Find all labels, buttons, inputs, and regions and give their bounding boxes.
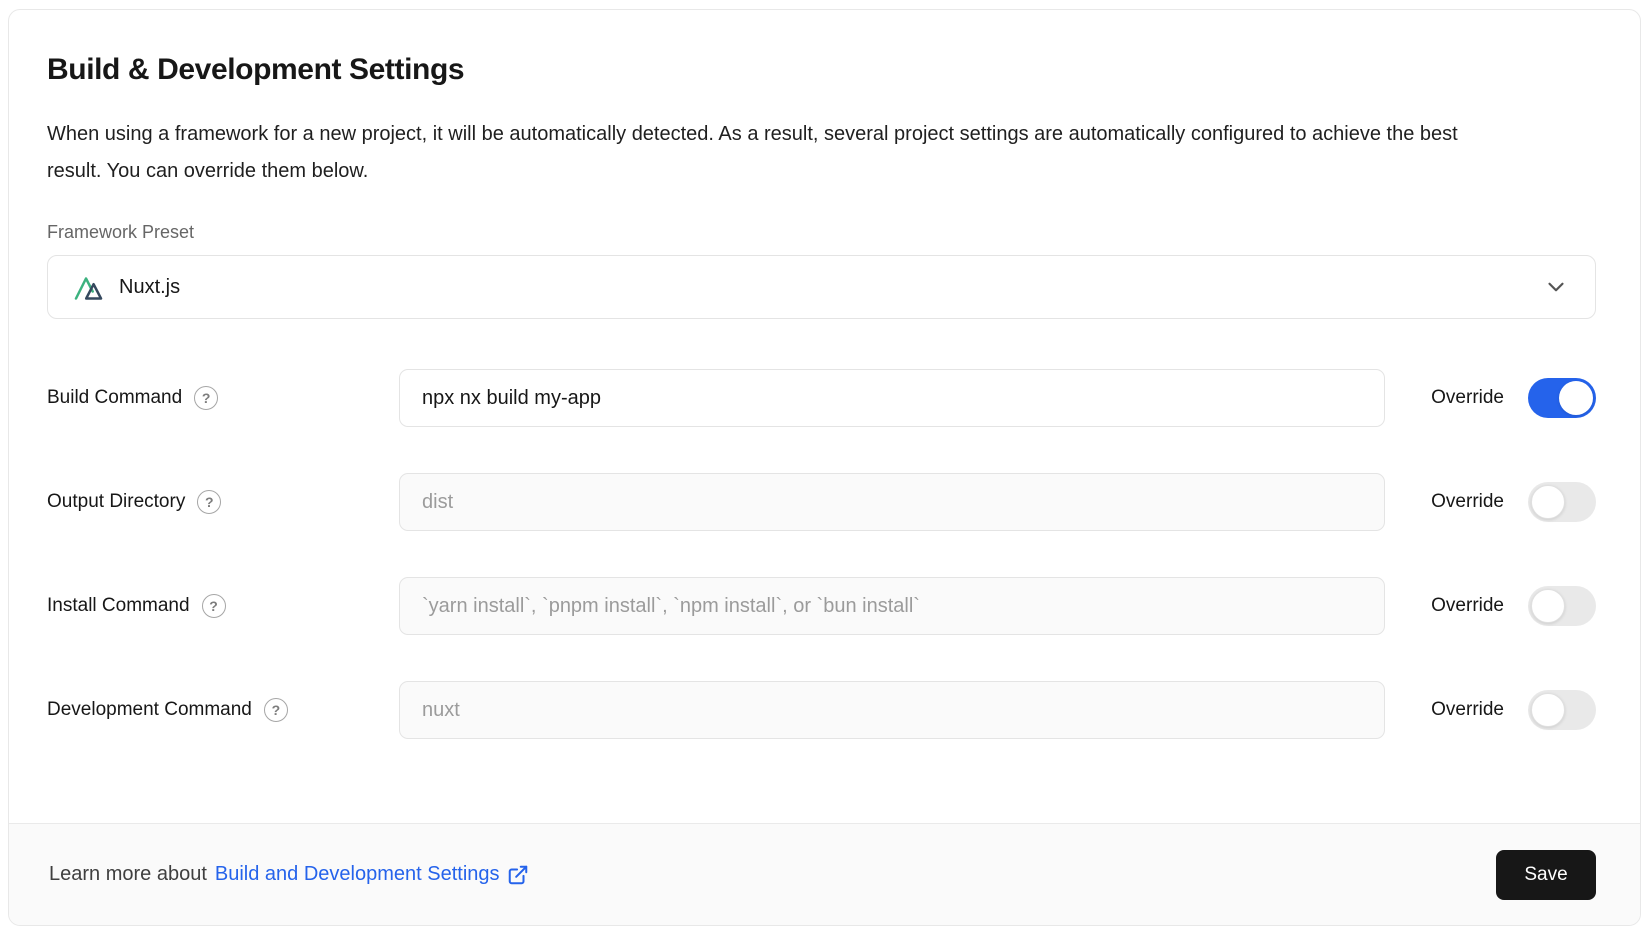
- card-footer: Learn more about Build and Development S…: [9, 823, 1640, 925]
- row-label-col: Development Command ?: [47, 697, 399, 723]
- page: Build & Development Settings When using …: [0, 9, 1649, 952]
- override-group: Override: [1431, 378, 1596, 418]
- help-icon[interactable]: ?: [264, 698, 288, 722]
- framework-preset-select[interactable]: Nuxt.js: [47, 255, 1596, 319]
- install-command-label: Install Command: [47, 593, 190, 619]
- settings-rows: Build Command ? Override Output Director…: [47, 369, 1596, 739]
- page-title: Build & Development Settings: [47, 50, 1596, 90]
- override-group: Override: [1431, 586, 1596, 626]
- toggle-knob: [1531, 485, 1565, 519]
- toggle-knob: [1531, 693, 1565, 727]
- save-button[interactable]: Save: [1496, 850, 1596, 900]
- override-group: Override: [1431, 482, 1596, 522]
- development-command-label: Development Command: [47, 697, 252, 723]
- external-link-icon: [507, 864, 529, 886]
- build-command-override-toggle[interactable]: [1528, 378, 1596, 418]
- toggle-knob: [1531, 589, 1565, 623]
- build-command-input[interactable]: [399, 369, 1385, 427]
- build-settings-card: Build & Development Settings When using …: [8, 9, 1641, 926]
- row-development-command: Development Command ? Override: [47, 681, 1596, 739]
- build-settings-docs-link[interactable]: Build and Development Settings: [215, 863, 529, 886]
- override-label: Override: [1431, 699, 1504, 721]
- output-directory-input[interactable]: [399, 473, 1385, 531]
- install-command-input[interactable]: [399, 577, 1385, 635]
- output-directory-override-toggle[interactable]: [1528, 482, 1596, 522]
- learn-more-text: Learn more about: [49, 863, 207, 886]
- override-label: Override: [1431, 491, 1504, 513]
- override-label: Override: [1431, 387, 1504, 409]
- section-description: When using a framework for a new project…: [47, 116, 1487, 190]
- development-command-override-toggle[interactable]: [1528, 690, 1596, 730]
- footer-link-label: Build and Development Settings: [215, 863, 500, 886]
- row-label-col: Output Directory ?: [47, 489, 399, 515]
- override-label: Override: [1431, 595, 1504, 617]
- toggle-knob: [1559, 381, 1593, 415]
- row-build-command: Build Command ? Override: [47, 369, 1596, 427]
- override-group: Override: [1431, 690, 1596, 730]
- help-icon[interactable]: ?: [194, 386, 218, 410]
- row-output-directory: Output Directory ? Override: [47, 473, 1596, 531]
- card-body: Build & Development Settings When using …: [9, 10, 1640, 823]
- row-label-col: Build Command ?: [47, 385, 399, 411]
- nuxt-logo-icon: [74, 274, 106, 301]
- help-icon[interactable]: ?: [202, 594, 226, 618]
- row-label-col: Install Command ?: [47, 593, 399, 619]
- help-icon[interactable]: ?: [197, 490, 221, 514]
- framework-selected-value: Nuxt.js: [119, 276, 180, 299]
- development-command-input[interactable]: [399, 681, 1385, 739]
- install-command-override-toggle[interactable]: [1528, 586, 1596, 626]
- row-install-command: Install Command ? Override: [47, 577, 1596, 635]
- build-command-label: Build Command: [47, 385, 182, 411]
- output-directory-label: Output Directory: [47, 489, 185, 515]
- footer-text: Learn more about Build and Development S…: [49, 863, 529, 886]
- chevron-down-icon: [1543, 274, 1569, 300]
- framework-preset-label: Framework Preset: [47, 220, 1596, 244]
